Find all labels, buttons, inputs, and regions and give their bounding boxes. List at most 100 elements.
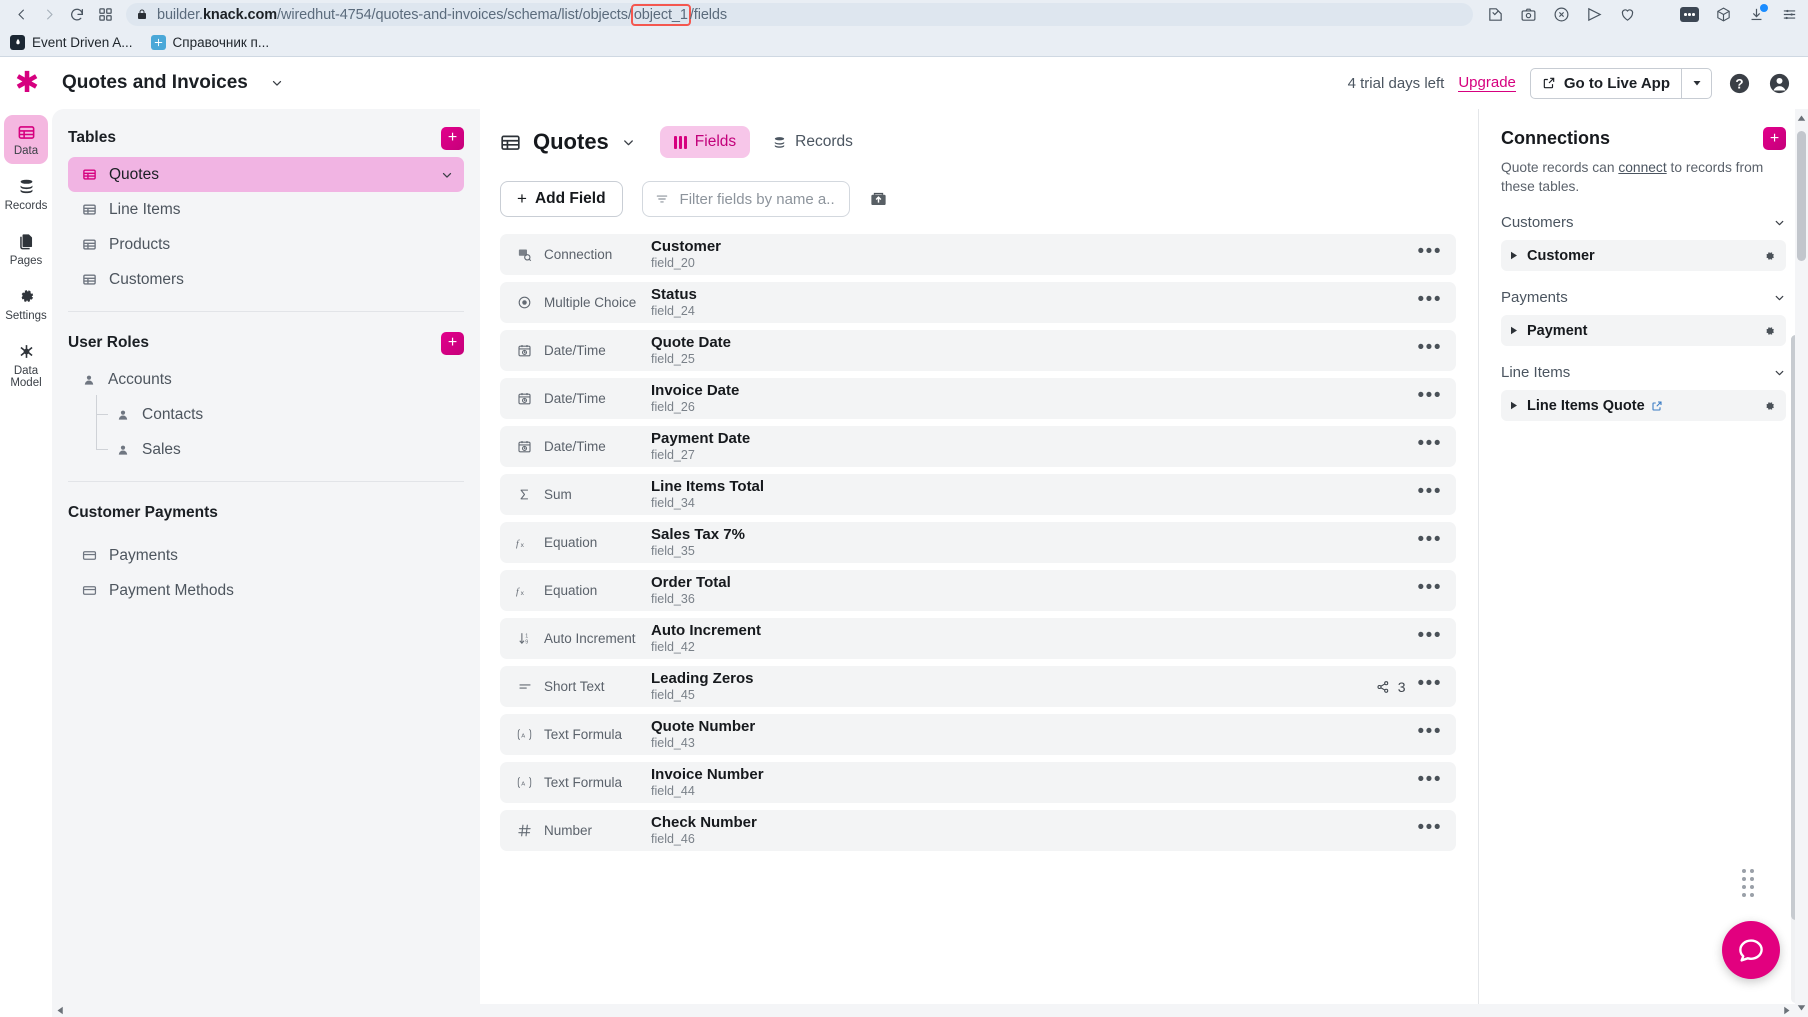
- camera-icon[interactable]: [1520, 6, 1537, 23]
- table-row[interactable]: A Text Formula Quote Number field_43 •••: [500, 714, 1456, 755]
- upgrade-link[interactable]: Upgrade: [1458, 74, 1516, 92]
- reload-button[interactable]: [66, 4, 88, 26]
- gear-icon[interactable]: [1762, 324, 1776, 338]
- import-table-icon[interactable]: [869, 190, 888, 209]
- ellipsis-icon[interactable]: •••: [1418, 723, 1442, 742]
- triangle-right-icon[interactable]: [1510, 251, 1518, 260]
- sidebar-item-products[interactable]: Products: [68, 227, 464, 262]
- table-row[interactable]: f x Equation Sales Tax 7% field_35 •••: [500, 522, 1456, 563]
- sidebar-item-line-items[interactable]: Line Items: [68, 192, 464, 227]
- shield-x-icon[interactable]: [1553, 6, 1570, 23]
- heart-icon[interactable]: [1619, 6, 1636, 23]
- gear-icon[interactable]: [1762, 249, 1776, 263]
- sidebar-item-contacts[interactable]: Contacts: [68, 397, 464, 432]
- sidebar-item-accounts[interactable]: Accounts: [68, 362, 464, 397]
- cube-icon[interactable]: [1715, 6, 1732, 23]
- live-app-dropdown-button[interactable]: [1681, 68, 1711, 98]
- table-row[interactable]: A Text Formula Invoice Number field_44 •••: [500, 762, 1456, 803]
- field-connected-badge[interactable]: 3: [1376, 679, 1406, 695]
- tab-overview-icon[interactable]: [94, 4, 116, 26]
- scroll-down-arrow-icon[interactable]: [1797, 1003, 1806, 1012]
- sidebar-item-payments[interactable]: Payments: [68, 538, 464, 573]
- download-icon[interactable]: [1748, 4, 1768, 23]
- address-bar[interactable]: builder. knack.com/wiredhut-4754/quotes-a…: [126, 3, 1473, 26]
- ellipsis-icon[interactable]: •••: [1418, 771, 1442, 790]
- table-row[interactable]: f x Equation Order Total field_36 •••: [500, 570, 1456, 611]
- add-table-button[interactable]: +: [441, 126, 464, 150]
- svg-text:f: f: [516, 586, 520, 597]
- triangle-right-icon[interactable]: [1510, 401, 1518, 410]
- sidebar-item-quotes[interactable]: Quotes: [68, 157, 464, 192]
- send-icon[interactable]: [1586, 6, 1603, 23]
- ellipsis-icon[interactable]: •••: [1418, 291, 1442, 310]
- ellipsis-icon[interactable]: •••: [1418, 819, 1442, 838]
- ellipsis-icon[interactable]: •••: [1418, 243, 1442, 262]
- table-row[interactable]: Short Text Leading Zeros field_45 3 •••: [500, 666, 1456, 707]
- add-connection-button[interactable]: +: [1763, 127, 1786, 150]
- go-to-live-app-button[interactable]: Go to Live App: [1531, 69, 1681, 98]
- extension-box-icon[interactable]: [1680, 7, 1699, 22]
- scroll-up-arrow-icon[interactable]: [1797, 114, 1806, 123]
- ellipsis-icon[interactable]: •••: [1418, 387, 1442, 406]
- table-row[interactable]: Connection Customer field_20 •••: [500, 234, 1456, 275]
- pin-edit-icon[interactable]: [1487, 6, 1504, 23]
- section-title-tables: Tables: [68, 129, 116, 146]
- app-switcher-chevron-down-icon[interactable]: [270, 76, 284, 90]
- rail-item-records[interactable]: Records: [4, 170, 48, 219]
- page-scrollbar[interactable]: [1795, 109, 1808, 1017]
- back-button[interactable]: [10, 4, 32, 26]
- filter-fields-box[interactable]: [641, 181, 850, 217]
- tab-fields[interactable]: Fields: [659, 126, 751, 158]
- connection-item-payment[interactable]: Payment: [1501, 315, 1786, 347]
- ellipsis-icon[interactable]: •••: [1418, 435, 1442, 454]
- bookmark-item[interactable]: Event Driven A...: [10, 35, 133, 50]
- tab-records[interactable]: Records: [758, 126, 867, 158]
- table-dropdown-chevron-down-icon[interactable]: [621, 135, 636, 150]
- ellipsis-icon[interactable]: •••: [1418, 483, 1442, 502]
- table-row[interactable]: Number Check Number field_46 •••: [500, 810, 1456, 851]
- ellipsis-icon[interactable]: •••: [1418, 531, 1442, 550]
- horizontal-scrollbar[interactable]: [52, 1004, 1795, 1017]
- bookmark-item[interactable]: Справочник п...: [150, 35, 269, 50]
- chevron-down-icon[interactable]: [1773, 291, 1786, 304]
- table-row[interactable]: Date/Time Payment Date field_27 •••: [500, 426, 1456, 467]
- sidebar-item-customers[interactable]: Customers: [68, 262, 464, 297]
- table-row[interactable]: Sum Line Items Total field_34 •••: [500, 474, 1456, 515]
- field-row-actions: •••: [1418, 819, 1442, 838]
- triangle-right-icon[interactable]: [1510, 326, 1518, 335]
- user-account-button[interactable]: [1766, 70, 1792, 96]
- search-input[interactable]: [677, 189, 837, 209]
- add-user-role-button[interactable]: +: [441, 331, 464, 355]
- table-row[interactable]: Date/Time Invoice Date field_26 •••: [500, 378, 1456, 419]
- external-link-icon[interactable]: [1651, 400, 1663, 412]
- settings-sliders-icon[interactable]: [1781, 6, 1798, 23]
- ellipsis-icon[interactable]: •••: [1418, 627, 1442, 646]
- chevron-down-icon[interactable]: [1773, 216, 1786, 229]
- sidebar-item-payment-methods[interactable]: Payment Methods: [68, 573, 464, 608]
- chevron-down-icon[interactable]: [440, 168, 454, 182]
- chat-bubble-button[interactable]: [1722, 921, 1780, 979]
- help-button[interactable]: ?: [1726, 70, 1752, 96]
- table-row[interactable]: 1 9 Auto Increment Auto Increment field_42 ••…: [500, 618, 1456, 659]
- forward-button[interactable]: [38, 4, 60, 26]
- rail-item-data[interactable]: Data: [4, 115, 48, 164]
- connection-item-customer[interactable]: Customer: [1501, 240, 1786, 272]
- table-row[interactable]: Date/Time Quote Date field_25 •••: [500, 330, 1456, 371]
- scroll-right-arrow-icon[interactable]: [1778, 1006, 1795, 1015]
- ellipsis-icon[interactable]: •••: [1418, 579, 1442, 598]
- chevron-down-icon[interactable]: [1773, 366, 1786, 379]
- ellipsis-icon[interactable]: •••: [1418, 339, 1442, 358]
- gear-icon[interactable]: [1762, 399, 1776, 413]
- add-field-button[interactable]: + Add Field: [500, 181, 623, 217]
- connection-item-line-items-quote[interactable]: Line Items Quote: [1501, 390, 1786, 422]
- scroll-left-arrow-icon[interactable]: [52, 1006, 69, 1015]
- drag-dots-icon[interactable]: [1742, 869, 1754, 897]
- rail-item-settings[interactable]: Settings: [4, 280, 48, 329]
- connect-link[interactable]: connect: [1618, 160, 1666, 175]
- ellipsis-icon[interactable]: •••: [1418, 675, 1442, 694]
- rail-item-pages[interactable]: Pages: [4, 225, 48, 274]
- sidebar-item-sales[interactable]: Sales: [68, 432, 464, 467]
- table-row[interactable]: Multiple Choice Status field_24 •••: [500, 282, 1456, 323]
- scrollbar-thumb[interactable]: [1797, 131, 1806, 261]
- rail-item-data-model[interactable]: Data Model: [4, 335, 48, 397]
